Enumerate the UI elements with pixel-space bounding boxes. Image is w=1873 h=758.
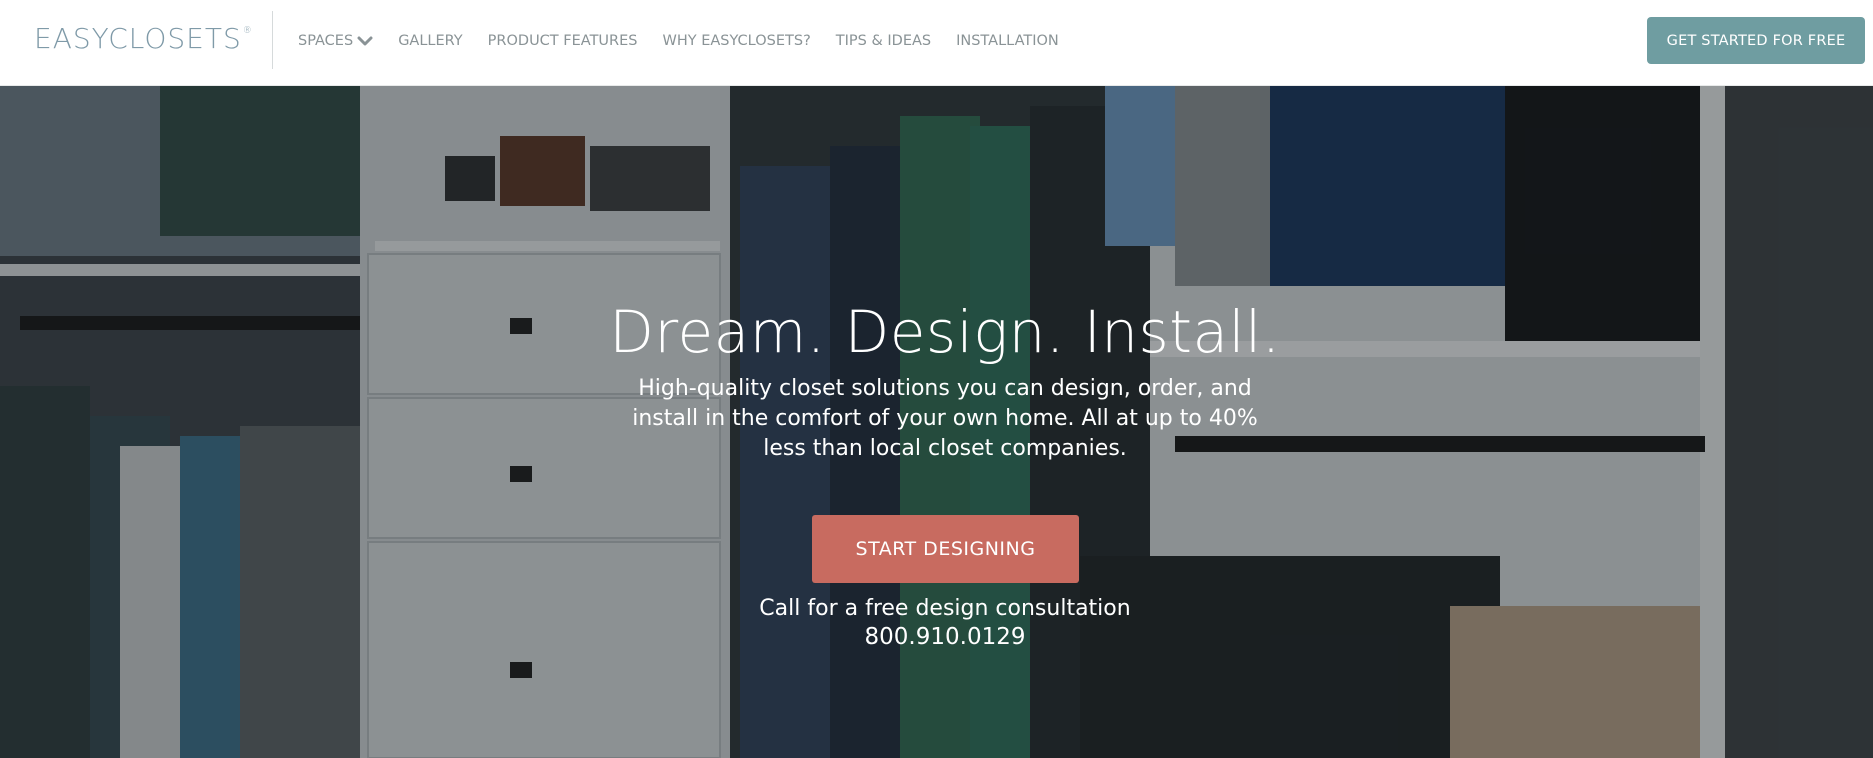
get-started-button[interactable]: GET STARTED FOR FREE: [1647, 17, 1865, 64]
logo-text: EASYCLOSETS: [34, 22, 242, 55]
header-divider: [272, 11, 273, 69]
nav-tips-ideas[interactable]: TIPS & IDEAS: [836, 33, 931, 49]
registered-mark: ®: [242, 26, 253, 36]
easyclosets-logo[interactable]: EASYCLOSETS®: [34, 22, 253, 55]
consultation-text: Call for a free design consultation: [759, 596, 1131, 621]
hero-subtitle: High-quality closet solutions you can de…: [632, 376, 1258, 461]
nav-product-features[interactable]: PRODUCT FEATURES: [488, 33, 638, 49]
nav-spaces-label: SPACES: [298, 33, 354, 49]
hero-section: Dream. Design. Install. High-quality clo…: [0, 86, 1873, 758]
nav-why-easyclosets[interactable]: WHY EASYCLOSETS?: [662, 33, 810, 49]
start-designing-button[interactable]: START DESIGNING: [812, 515, 1079, 583]
phone-number-link[interactable]: 800.910.0129: [0, 624, 1873, 650]
main-nav: SPACES GALLERY PRODUCT FEATURES WHY EASY…: [298, 33, 1084, 49]
nav-gallery[interactable]: GALLERY: [398, 33, 462, 49]
chevron-down-icon: [357, 36, 373, 46]
hero-title: Dream. Design. Install.: [609, 298, 1281, 366]
nav-installation[interactable]: INSTALLATION: [956, 33, 1059, 49]
site-header: EASYCLOSETS® SPACES GALLERY PRODUCT FEAT…: [0, 0, 1873, 86]
nav-spaces[interactable]: SPACES: [298, 33, 373, 49]
